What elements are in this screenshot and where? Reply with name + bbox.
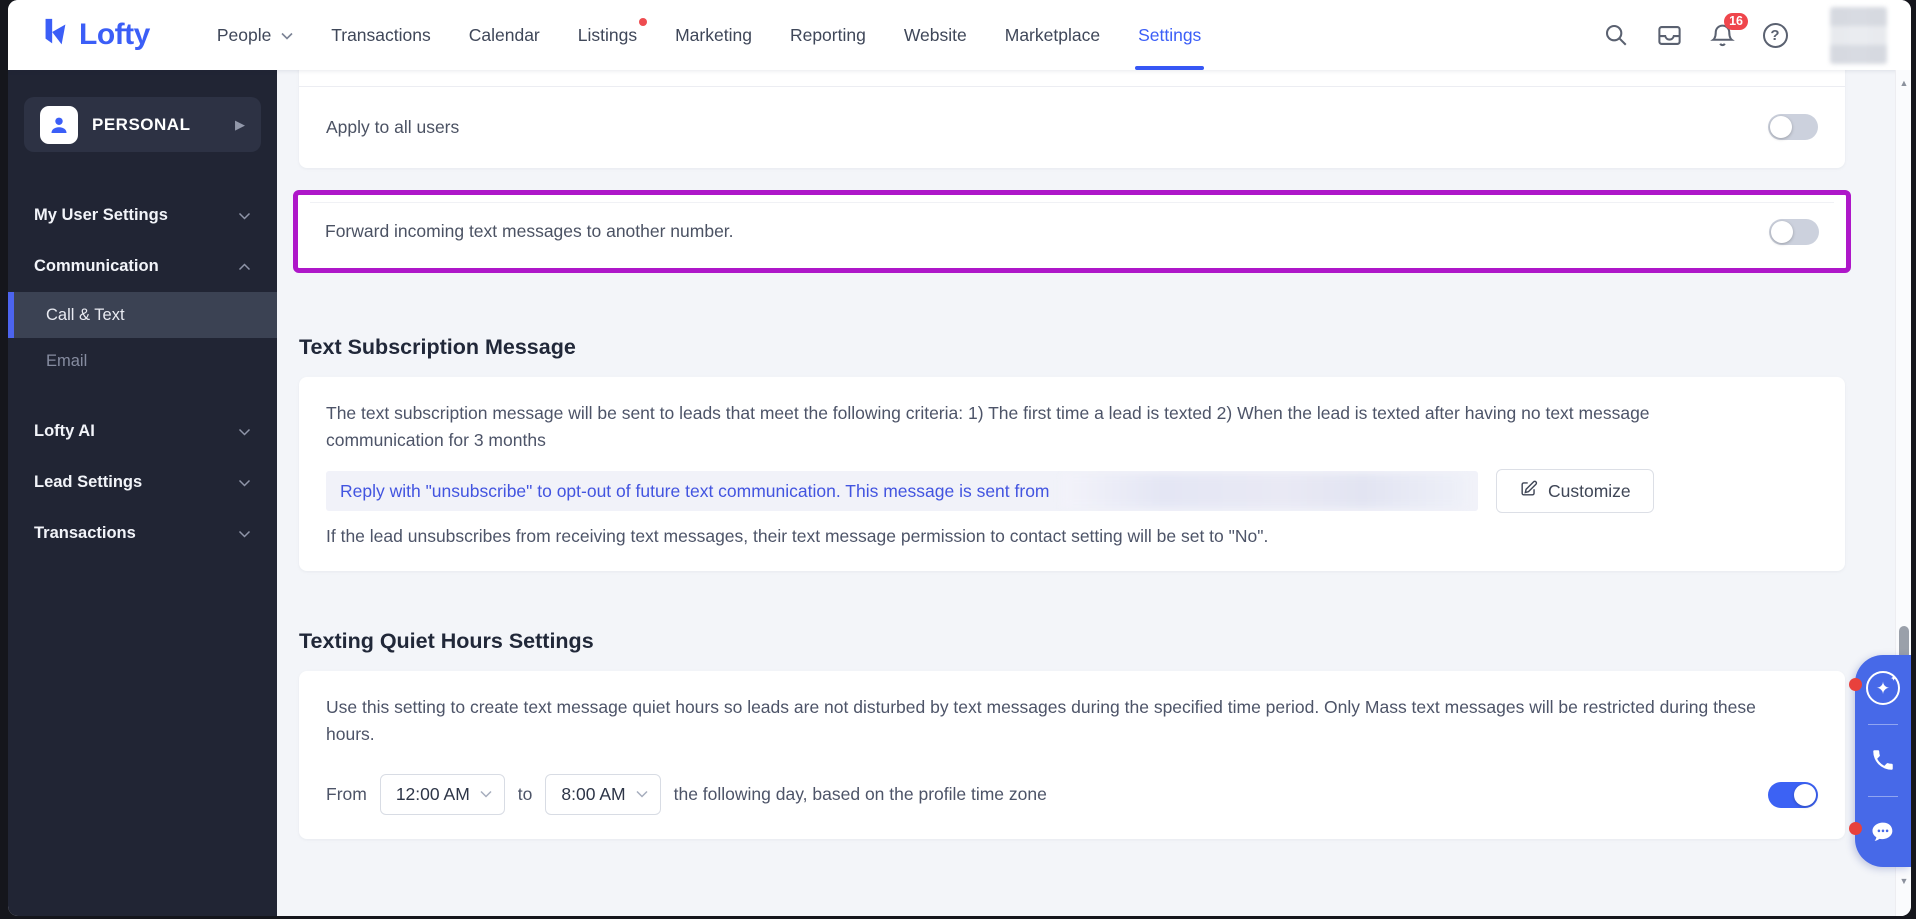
quiet-hours-toggle[interactable] (1768, 782, 1818, 808)
forward-toggle[interactable] (1769, 219, 1819, 245)
section-title-quiet-hours: Texting Quiet Hours Settings (299, 629, 1845, 654)
text-subscription-card: The text subscription message will be se… (299, 377, 1845, 571)
sidebar: PERSONAL ▶ My User Settings Communicatio… (8, 70, 277, 916)
sidebar-item-communication[interactable]: Communication (8, 241, 277, 292)
avatar[interactable] (1830, 7, 1887, 64)
arrow-right-icon: ▶ (235, 117, 245, 133)
nav-item-people[interactable]: People (198, 0, 312, 70)
nav-item-marketplace[interactable]: Marketplace (986, 0, 1119, 70)
sidebar-item-my-user-settings[interactable]: My User Settings (8, 190, 277, 241)
chat-icon[interactable] (1865, 814, 1901, 850)
lofty-logo[interactable]: Lofty (38, 16, 150, 55)
phone-icon[interactable] (1865, 742, 1901, 778)
section-title-text-subscription: Text Subscription Message (299, 335, 1845, 360)
panel-divider (1868, 724, 1898, 725)
sidebar-item-lofty-ai[interactable]: Lofty AI (8, 406, 277, 457)
from-time-value: 12:00 AM (396, 784, 470, 805)
forward-card-highlighted: Forward incoming text messages to anothe… (293, 190, 1851, 273)
subscription-description: The text subscription message will be se… (326, 400, 1766, 454)
quiet-hours-row: From 12:00 AM to 8:00 AM the following d… (326, 774, 1818, 815)
lofty-logo-text: Lofty (79, 18, 150, 52)
chevron-down-icon (238, 206, 251, 225)
chevron-down-icon (480, 786, 492, 804)
blurred-phone-number (1062, 474, 1464, 508)
nav-item-reporting[interactable]: Reporting (771, 0, 885, 70)
nav-item-listings[interactable]: Listings (559, 0, 656, 70)
ai-assistant-icon[interactable]: ✦ ✦ (1865, 670, 1901, 706)
scroll-down-arrow[interactable]: ▼ (1896, 876, 1911, 886)
nav-item-website[interactable]: Website (885, 0, 986, 70)
profile-switcher[interactable]: PERSONAL ▶ (24, 97, 261, 152)
from-time-select[interactable]: 12:00 AM (380, 774, 505, 815)
chevron-up-icon (238, 257, 251, 276)
lofty-logo-icon (38, 16, 72, 55)
notification-dot (1849, 678, 1862, 691)
new-indicator-dot (639, 18, 647, 26)
from-label: From (326, 784, 367, 805)
apply-card: Apply to all users (299, 70, 1845, 168)
sidebar-item-email[interactable]: Email (8, 338, 277, 384)
scroll-up-arrow[interactable]: ▲ (1896, 78, 1911, 88)
profile-label: PERSONAL (92, 115, 190, 135)
to-label: to (518, 784, 533, 805)
sidebar-item-lead-settings[interactable]: Lead Settings (8, 457, 277, 508)
nav-item-transactions[interactable]: Transactions (312, 0, 450, 70)
help-icon[interactable]: ? (1761, 21, 1789, 49)
subscription-message-strip: Reply with "unsubscribe" to opt-out of f… (326, 471, 1478, 511)
chevron-down-icon (281, 0, 293, 70)
sidebar-menu: My User Settings Communication Call & Te… (8, 190, 277, 559)
apply-label: Apply to all users (326, 117, 459, 138)
apply-toggle[interactable] (1768, 114, 1818, 140)
edit-icon (1519, 479, 1538, 503)
card-divider (299, 70, 1845, 87)
app-window: Lofty People Transactions Calendar Listi… (8, 0, 1911, 916)
chevron-down-icon (238, 524, 251, 543)
user-icon (40, 106, 78, 144)
nav-item-calendar[interactable]: Calendar (450, 0, 559, 70)
nav-item-settings[interactable]: Settings (1119, 0, 1220, 70)
nav-item-marketing[interactable]: Marketing (656, 0, 771, 70)
search-icon[interactable] (1602, 21, 1630, 49)
chevron-down-icon (636, 786, 648, 804)
main-content: Apply to all users Forward incoming text… (277, 70, 1911, 916)
navbar-actions: 16 ? (1602, 7, 1887, 64)
floating-action-panel: ✦ ✦ (1855, 655, 1911, 867)
chevron-down-icon (238, 473, 251, 492)
forward-label: Forward incoming text messages to anothe… (325, 221, 734, 242)
to-time-select[interactable]: 8:00 AM (545, 774, 660, 815)
menu-spacer (8, 384, 277, 406)
quiet-hours-description: Use this setting to create text message … (326, 694, 1766, 748)
subscription-message-row: Reply with "unsubscribe" to opt-out of f… (326, 469, 1818, 513)
notification-dot (1849, 822, 1862, 835)
subscription-note: If the lead unsubscribes from receiving … (326, 526, 1818, 547)
sidebar-item-transactions[interactable]: Transactions (8, 508, 277, 559)
apply-row: Apply to all users (299, 87, 1845, 167)
subscription-message: Reply with "unsubscribe" to opt-out of f… (340, 481, 1050, 502)
sidebar-item-call-text[interactable]: Call & Text (8, 292, 277, 338)
bell-icon[interactable]: 16 (1708, 21, 1736, 49)
customize-label: Customize (1548, 481, 1631, 502)
card-divider (310, 202, 1834, 203)
notification-badge: 16 (1724, 13, 1748, 30)
quiet-hours-suffix: the following day, based on the profile … (674, 784, 1047, 805)
top-navbar: Lofty People Transactions Calendar Listi… (8, 0, 1911, 70)
chevron-down-icon (238, 422, 251, 441)
panel-divider (1868, 796, 1898, 797)
nav-menu: People Transactions Calendar Listings Ma… (198, 0, 1220, 70)
forward-row: Forward incoming text messages to anothe… (298, 195, 1846, 268)
quiet-hours-card: Use this setting to create text message … (299, 671, 1845, 839)
customize-button[interactable]: Customize (1496, 469, 1654, 513)
inbox-icon[interactable] (1655, 21, 1683, 49)
to-time-value: 8:00 AM (561, 784, 625, 805)
